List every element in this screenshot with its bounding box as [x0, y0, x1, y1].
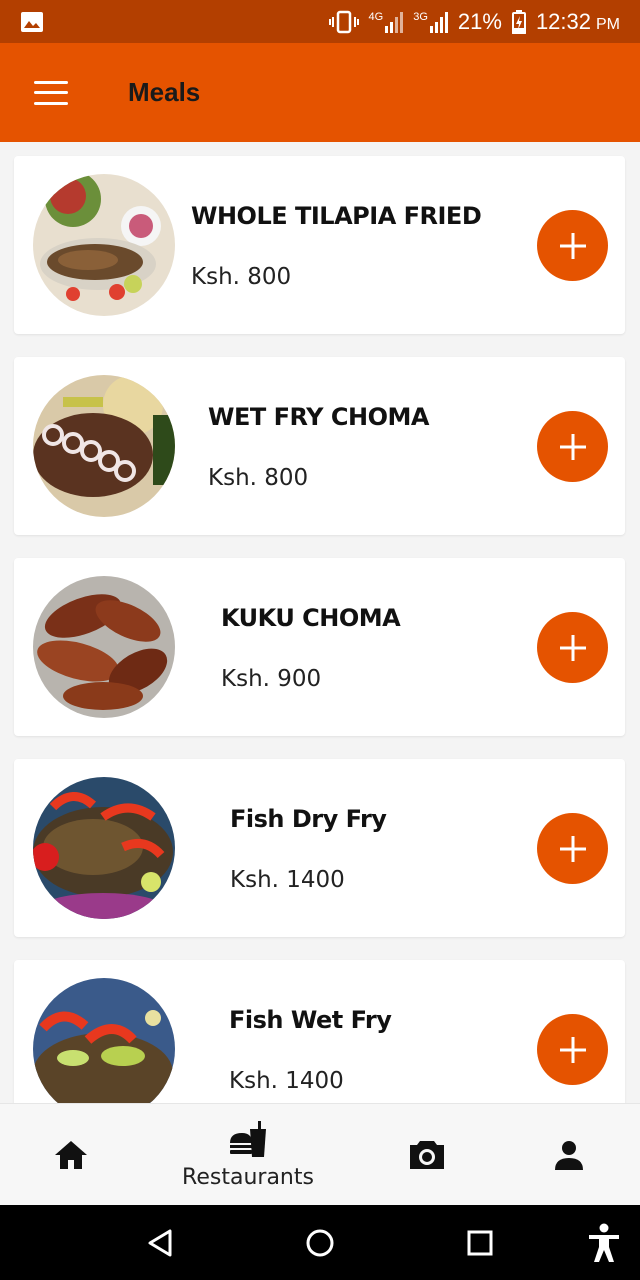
plus-icon — [559, 433, 586, 460]
signal-bars-icon — [429, 11, 448, 33]
person-icon — [555, 1141, 583, 1170]
app-bar: Meals — [0, 43, 640, 142]
meal-image — [33, 375, 175, 517]
clock-time: 12:32 — [535, 8, 591, 34]
meal-price: Ksh. 900 — [221, 666, 322, 692]
battery-charging-icon — [511, 9, 526, 34]
plus-icon — [559, 1036, 586, 1063]
system-back-button[interactable] — [120, 1205, 200, 1280]
plus-icon — [559, 232, 586, 259]
meal-card[interactable]: Fish Dry Fry Ksh. 1400 — [14, 759, 625, 937]
meal-name: KUKU CHOMA — [221, 604, 401, 632]
meal-price: Ksh. 1400 — [229, 1068, 344, 1094]
add-to-cart-button[interactable] — [537, 411, 608, 482]
accessibility-button[interactable] — [564, 1205, 640, 1280]
status-bar-left — [20, 11, 44, 33]
screen: 4G 3G 21% 12:32 PM Meals WHOLE TILAPIA F… — [0, 0, 640, 1280]
add-to-cart-button[interactable] — [537, 612, 608, 683]
meal-price: Ksh. 800 — [191, 264, 292, 290]
plus-icon — [559, 634, 586, 661]
add-to-cart-button[interactable] — [537, 210, 608, 281]
meal-card[interactable]: KUKU CHOMA Ksh. 900 — [14, 558, 625, 736]
camera-icon — [410, 1141, 444, 1169]
home-icon — [55, 1141, 87, 1169]
menu-bar-line — [34, 101, 68, 105]
meal-image — [33, 777, 175, 919]
menu-bar-line — [34, 80, 68, 84]
page-title: Meals — [128, 77, 201, 107]
meal-price: Ksh. 1400 — [230, 867, 345, 893]
status-bar-right: 4G 3G 21% 12:32 PM — [328, 8, 620, 35]
battery-percent: 21% — [457, 8, 502, 34]
system-navigation-bar — [0, 1205, 640, 1280]
add-to-cart-button[interactable] — [537, 1014, 608, 1085]
meal-name: WHOLE TILAPIA FRIED — [191, 202, 482, 230]
meal-card[interactable]: WET FRY CHOMA Ksh. 800 — [14, 357, 625, 535]
add-to-cart-button[interactable] — [537, 813, 608, 884]
menu-button[interactable] — [34, 80, 68, 105]
meal-price: Ksh. 800 — [208, 465, 309, 491]
meal-image — [33, 576, 175, 718]
menu-bar-line — [34, 91, 68, 94]
accessibility-icon — [589, 1223, 619, 1262]
recents-square-icon — [467, 1230, 493, 1255]
meal-name: WET FRY CHOMA — [208, 403, 429, 431]
nav-camera[interactable] — [398, 1104, 456, 1206]
fastfood-icon — [230, 1120, 266, 1157]
meal-card[interactable]: WHOLE TILAPIA FRIED Ksh. 800 — [14, 156, 625, 334]
back-triangle-icon — [148, 1229, 172, 1256]
gallery-notification-icon — [21, 11, 43, 32]
nav-restaurants[interactable]: Restaurants — [170, 1104, 326, 1206]
clock-ampm: PM — [596, 15, 620, 33]
plus-icon — [559, 835, 586, 862]
status-bar: 4G 3G 21% 12:32 PM — [0, 0, 640, 43]
nav-restaurants-label: Restaurants — [182, 1164, 314, 1190]
clock: 12:32 PM — [536, 9, 620, 35]
bottom-navigation: Restaurants — [0, 1103, 640, 1205]
meal-name: Fish Dry Fry — [230, 805, 387, 833]
signal-4g: 4G — [369, 11, 404, 33]
meal-image — [33, 978, 175, 1103]
system-home-button[interactable] — [280, 1205, 360, 1280]
meal-list[interactable]: WHOLE TILAPIA FRIED Ksh. 800 WET FRY CHO… — [0, 142, 640, 1103]
vibrate-icon — [328, 10, 359, 33]
signal-bars-icon — [385, 11, 404, 33]
home-circle-icon — [306, 1229, 334, 1256]
meal-name: Fish Wet Fry — [229, 1006, 392, 1034]
meal-card[interactable]: Fish Wet Fry Ksh. 1400 — [14, 960, 625, 1103]
nav-profile[interactable] — [540, 1104, 598, 1206]
meal-image — [33, 174, 175, 316]
signal-3g: 3G — [413, 11, 448, 33]
network-4g-label: 4G — [368, 10, 384, 23]
system-recents-button[interactable] — [440, 1205, 520, 1280]
nav-home[interactable] — [40, 1104, 102, 1206]
network-3g-label: 3G — [413, 10, 428, 23]
